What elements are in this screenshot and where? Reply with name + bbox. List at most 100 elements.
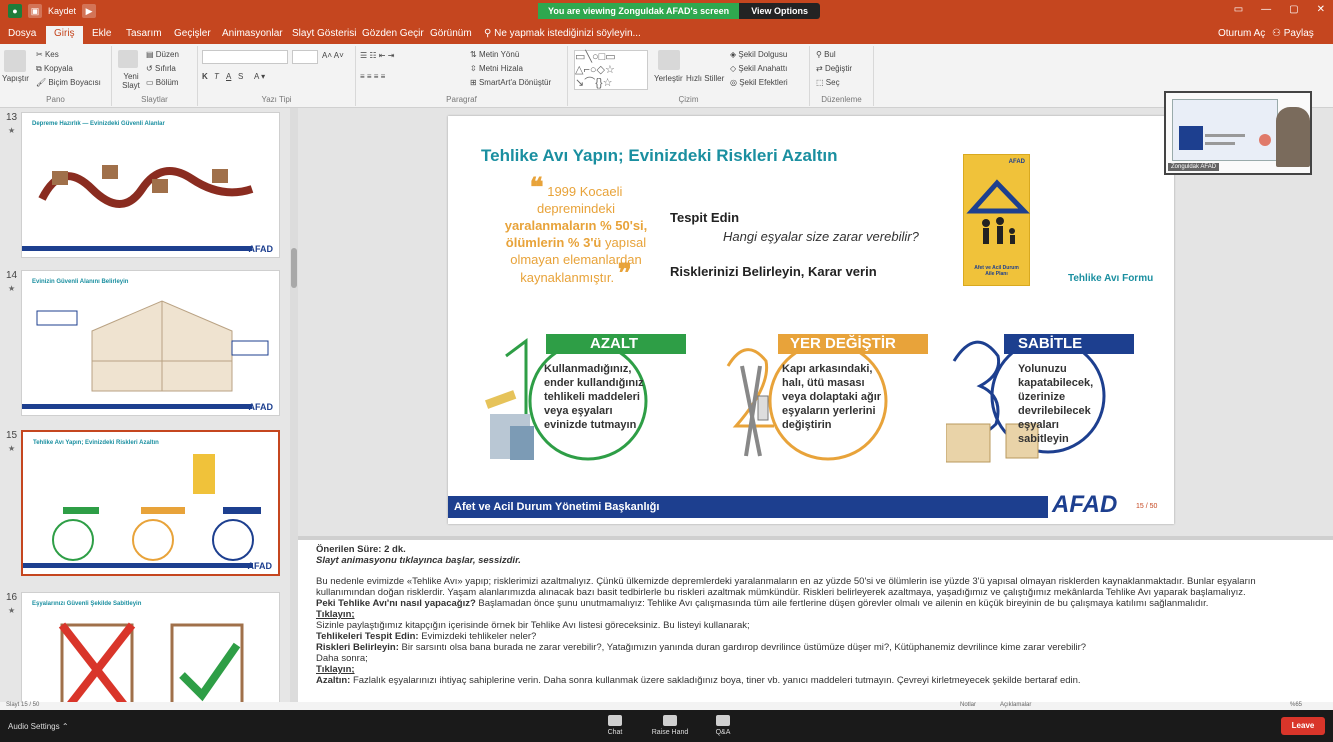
slide-thumbnail-selected[interactable]: Tehlike Avı Yapın; Evinizdeki Riskleri A…: [21, 430, 280, 576]
slide-thumbnail[interactable]: Evinizin Güvenli Alanını Belirleyin AFAD: [21, 270, 280, 416]
tab-animasyonlar[interactable]: Animasyonlar: [222, 28, 283, 39]
layout-button[interactable]: ▤ Düzen: [146, 50, 179, 59]
tab-ekle[interactable]: Ekle: [92, 28, 111, 39]
align-text-button[interactable]: ⇳ Metni Hizala: [470, 64, 523, 73]
quick-styles-button[interactable]: Hızlı Stiller: [686, 74, 724, 83]
leave-button[interactable]: Leave: [1281, 717, 1325, 735]
tab-slayt-gosterisi[interactable]: Slayt Gösterisi: [292, 28, 356, 39]
animation-star-icon: ★: [8, 444, 16, 453]
section-label: Bölüm: [155, 78, 179, 87]
shadow-button[interactable]: S: [238, 72, 243, 81]
qa-button[interactable]: Q&A: [708, 715, 738, 736]
thumbnail-scrollbar[interactable]: [290, 108, 298, 702]
speaker-video-tile[interactable]: Zonguldak AFAD: [1164, 91, 1312, 175]
shape-outline-button[interactable]: ◇ Şekil Anahattı: [730, 64, 787, 73]
new-slide-button[interactable]: Yeni Slayt: [116, 72, 146, 90]
reset-button[interactable]: ↺ Sıfırla: [146, 64, 176, 73]
paste-icon[interactable]: [4, 50, 26, 72]
new-slide-icon[interactable]: [118, 50, 138, 68]
select-button[interactable]: ⬚ Seç: [816, 78, 840, 87]
italic-button[interactable]: T: [214, 72, 219, 81]
booklet-logo: AFAD: [1008, 159, 1025, 165]
arrange-button[interactable]: Yerleştir: [654, 74, 683, 83]
open-quote-icon: ❝: [529, 172, 544, 202]
maximize-icon[interactable]: ▢: [1289, 4, 1298, 15]
tab-gorunum[interactable]: Görünüm: [430, 28, 472, 39]
animation-star-icon: ★: [8, 284, 16, 293]
ribbon-display-icon[interactable]: ▭: [1234, 4, 1243, 15]
shape-outline-label: Şekil Anahattı: [738, 64, 788, 73]
replace-button[interactable]: ⇄ Değiştir: [816, 64, 852, 73]
underline-button[interactable]: A: [226, 72, 231, 81]
format-painter-label: Biçim Boyacısı: [48, 78, 101, 87]
slide-thumbnail[interactable]: Depreme Hazırlık — Evinizdeki Güvenli Al…: [21, 112, 280, 258]
current-slide[interactable]: Tehlike Avı Yapın; Evinizdeki Riskleri A…: [448, 116, 1174, 524]
save-icon[interactable]: ▣: [28, 4, 42, 18]
speaker-notes[interactable]: Önerilen Süre: 2 dk. Slayt animasyonu tı…: [298, 540, 1333, 702]
chat-button[interactable]: Chat: [600, 715, 630, 736]
step-text: Kullanmadığınız, ender kullandığınız teh…: [544, 363, 644, 431]
audio-settings-button[interactable]: Audio Settings ⌃: [8, 722, 69, 731]
notes-paragraph: Bir sarsıntı olsa bana burada ne zarar v…: [401, 642, 1087, 653]
notes-paragraph: Fazlalık eşyalarınızı ihtiyaç sahiplerin…: [352, 675, 1081, 686]
text-direction-button[interactable]: ⇅ Metin Yönü: [470, 50, 519, 59]
notes-click: Tıklayın;: [316, 664, 355, 675]
minimize-icon[interactable]: —: [1261, 4, 1271, 15]
shape-fill-button[interactable]: ◈ Şekil Dolgusu: [730, 50, 787, 59]
meeting-controls: Audio Settings ⌃ Chat Raise Hand Q&A Lea…: [0, 710, 1333, 742]
animation-star-icon: ★: [8, 606, 16, 615]
tab-dosya[interactable]: Dosya: [8, 28, 36, 39]
section-button[interactable]: ▭ Bölüm: [146, 78, 178, 87]
tab-gozden-gecir[interactable]: Gözden Geçir: [362, 28, 424, 39]
smartart-button[interactable]: ⊞ SmartArt'a Dönüştür: [470, 78, 551, 87]
share-button[interactable]: ⚇ Paylaş: [1272, 28, 1314, 39]
scrollbar-thumb[interactable]: [291, 248, 297, 288]
tab-tasarim[interactable]: Tasarım: [126, 28, 162, 39]
font-size-input[interactable]: [292, 50, 318, 64]
font-name-input[interactable]: [202, 50, 288, 64]
thumb-title: Depreme Hazırlık — Evinizdeki Güvenli Al…: [32, 121, 165, 127]
align-icons[interactable]: ≡ ≡ ≡ ≡: [360, 72, 385, 81]
find-button[interactable]: ⚲ Bul: [816, 50, 836, 59]
slide-editor: Tehlike Avı Yapın; Evinizdeki Riskleri A…: [298, 91, 1333, 536]
font-color-button[interactable]: A ▾: [254, 72, 265, 81]
hangi-question: Hangi eşyalar size zarar verebilir?: [723, 229, 919, 244]
tell-me-text: Ne yapmak istediğinizi söyleyin...: [494, 28, 641, 39]
view-options-button[interactable]: View Options: [739, 3, 821, 19]
shape-effects-button[interactable]: ◎ Şekil Efektleri: [730, 78, 788, 87]
arrange-icon[interactable]: [658, 50, 680, 70]
family-house-icon: [966, 179, 1030, 244]
ribbon-group-paragraf: ☰ ☷ ⇤ ⇥ ≡ ≡ ≡ ≡ ⇅ Metin Yönü ⇳ Metni Hiz…: [356, 46, 568, 106]
quick-access-label[interactable]: Kaydet: [48, 6, 76, 16]
close-icon[interactable]: ✕: [1317, 4, 1325, 15]
comments-toggle[interactable]: Açıklamalar: [1000, 702, 1031, 708]
shapes-gallery[interactable]: ▭╲○□▭ △⌐○◇☆ ↘⌒{}☆: [574, 50, 648, 90]
raise-hand-button[interactable]: Raise Hand: [646, 715, 694, 736]
signin-link[interactable]: Oturum Aç: [1218, 28, 1265, 39]
thumb-illustration: [36, 300, 269, 392]
thumb-title: Tehlike Avı Yapın; Evinizdeki Riskleri A…: [33, 440, 159, 446]
window-controls: ▭ — ▢ ✕: [1234, 4, 1325, 15]
tab-gecisler[interactable]: Geçişler: [174, 28, 211, 39]
ribbon-group-yazi-tipi: A˄ A˅ K T A S A ▾ Yazı Tipi: [198, 46, 356, 106]
tab-giris[interactable]: Giriş: [46, 26, 83, 44]
cut-button[interactable]: ✂ Kes: [36, 50, 59, 59]
format-painter-button[interactable]: 🖌 Biçim Boyacısı: [36, 78, 101, 87]
copy-button[interactable]: ⧉ Kopyala: [36, 64, 73, 74]
present-icon[interactable]: ▶: [82, 4, 97, 18]
thumb-number: 16: [6, 592, 18, 603]
bold-button[interactable]: K: [202, 72, 208, 81]
slide-thumbnail[interactable]: Eşyalarınızı Güvenli Şekilde Sabitleyin: [21, 592, 280, 702]
title-bar: ● ▣ Kaydet ▶ You are viewing Zonguldak A…: [0, 0, 1333, 24]
notes-toggle[interactable]: Notlar: [960, 702, 976, 708]
tell-me-search[interactable]: ⚲ Ne yapmak istediğinizi söyleyin...: [484, 28, 641, 39]
paste-button[interactable]: Yapıştır: [2, 74, 29, 83]
zoom-level[interactable]: %65: [1290, 702, 1302, 708]
font-grow-icon[interactable]: A˄ A˅: [322, 51, 344, 60]
speaker-name: Zonguldak AFAD: [1168, 163, 1220, 171]
notes-bold: Peki Tehlike Avı'nı nasıl yapacağız?: [316, 598, 476, 609]
quote-line: yapısal: [604, 235, 647, 250]
step-text: Kapı arkasındaki, halı, ütü masası veya …: [782, 363, 882, 431]
bullets-icon[interactable]: ☰ ☷ ⇤ ⇥: [360, 51, 394, 60]
thumb-logo: AFAD: [247, 561, 273, 571]
